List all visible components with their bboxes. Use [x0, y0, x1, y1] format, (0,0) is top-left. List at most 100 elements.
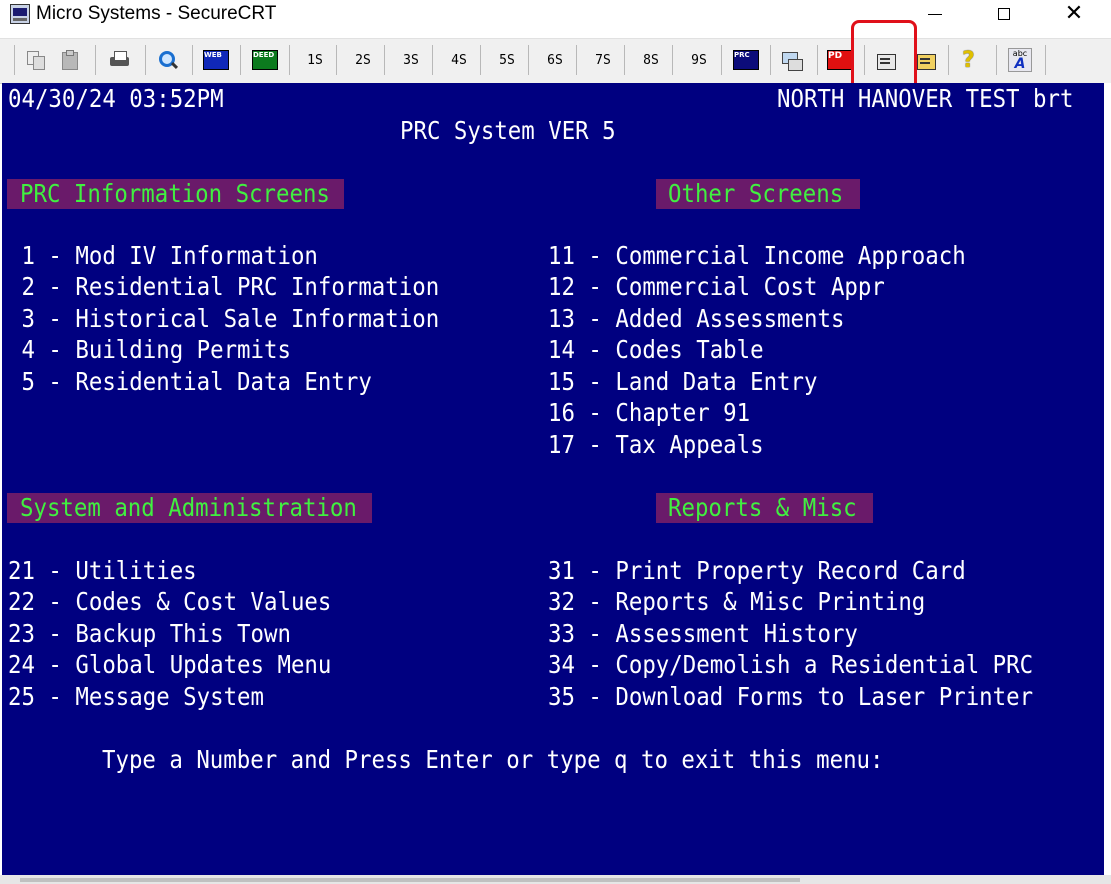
toolbar-separator: [1045, 45, 1046, 75]
toolbar-separator: [192, 45, 193, 75]
terminal-system-title: PRC System VER 5: [400, 116, 616, 145]
pdf-button[interactable]: PD: [827, 48, 853, 72]
find-icon: [156, 49, 180, 71]
toolbar-separator: [240, 45, 241, 75]
toolbar-separator: [576, 45, 577, 75]
menu-item-15: 15 - Land Data Entry: [548, 367, 818, 396]
close-icon: ✕: [1064, 1, 1084, 26]
close-button[interactable]: ✕: [1051, 0, 1097, 28]
toolbar-separator: [672, 45, 673, 75]
window-title: Micro Systems - SecureCRT: [36, 3, 277, 24]
toolbar-separator: [14, 45, 15, 75]
menu-item-5: 5 - Residential Data Entry: [8, 367, 372, 396]
session-label: 1S: [298, 48, 332, 72]
copy-icon: [24, 49, 48, 71]
global-options-button[interactable]: [914, 48, 938, 72]
menu-item-13: 13 - Added Assessments: [548, 304, 845, 333]
menu-item-17: 17 - Tax Appeals: [548, 430, 764, 459]
session-2s-button[interactable]: 2S: [346, 48, 380, 72]
session-label: 8S: [634, 48, 668, 72]
minimize-button[interactable]: [912, 0, 958, 28]
spell-check-icon: abc A: [1008, 48, 1032, 72]
web-button[interactable]: WEB: [203, 48, 229, 72]
session-3s-button[interactable]: 3S: [394, 48, 428, 72]
toolbar-separator: [145, 45, 146, 75]
deed-icon: DEED: [252, 50, 278, 70]
sftp-button[interactable]: [780, 48, 804, 72]
toolbar-separator: [432, 45, 433, 75]
session-4s-button[interactable]: 4S: [442, 48, 476, 72]
session-8s-button[interactable]: 8S: [634, 48, 668, 72]
deed-button[interactable]: DEED: [252, 48, 278, 72]
menu-item-1: 1 - Mod IV Information: [8, 241, 318, 270]
session-7s-button[interactable]: 7S: [586, 48, 620, 72]
session-1s-button[interactable]: 1S: [298, 48, 332, 72]
heading-sysadmin: System and Administration: [20, 493, 357, 522]
terminal-datetime: 04/30/24 03:52PM: [8, 84, 224, 113]
session-label: 5S: [490, 48, 524, 72]
terminal-scrollbar[interactable]: [1104, 83, 1111, 875]
toolbar-separator: [721, 45, 722, 75]
menu-item-32: 32 - Reports & Misc Printing: [548, 587, 926, 616]
menu-item-12: 12 - Commercial Cost Appr: [548, 272, 885, 301]
menu-item-31: 31 - Print Property Record Card: [548, 556, 966, 585]
session-5s-button[interactable]: 5S: [490, 48, 524, 72]
menu-item-4: 4 - Building Permits: [8, 335, 291, 364]
menu-item-35: 35 - Download Forms to Laser Printer: [548, 682, 1034, 711]
toolbar-separator: [770, 45, 771, 75]
bottom-edge: [0, 875, 1111, 884]
help-button[interactable]: ?: [962, 47, 975, 73]
maximize-button[interactable]: [981, 0, 1027, 28]
copy-button[interactable]: [24, 48, 48, 72]
abc-big: A: [1014, 56, 1026, 72]
session-9s-button[interactable]: 9S: [682, 48, 716, 72]
toolbar-separator: [996, 45, 997, 75]
spell-check-button[interactable]: abc A: [1008, 48, 1032, 72]
toolbar-separator: [528, 45, 529, 75]
terminal-town: NORTH HANOVER TEST brt: [777, 84, 1074, 113]
menu-item-33: 33 - Assessment History: [548, 619, 858, 648]
minimize-icon: [928, 13, 942, 15]
maximize-icon: [998, 8, 1010, 20]
toolbar-separator: [289, 45, 290, 75]
toolbar-separator: [948, 45, 949, 75]
paste-icon: [58, 49, 82, 71]
toolbar-separator: [384, 45, 385, 75]
print-icon: [108, 49, 132, 71]
heading-prc-info: PRC Information Screens: [20, 179, 330, 208]
menu-item-22: 22 - Codes & Cost Values: [8, 587, 332, 616]
menu-item-16: 16 - Chapter 91: [548, 398, 751, 427]
menu-item-21: 21 - Utilities: [8, 556, 197, 585]
toolbar-separator: [624, 45, 625, 75]
toolbar-separator: [336, 45, 337, 75]
session-label: 3S: [394, 48, 428, 72]
web-icon: WEB: [203, 50, 229, 70]
session-label: 2S: [346, 48, 380, 72]
print-button[interactable]: [108, 48, 132, 72]
menu-item-23: 23 - Backup This Town: [8, 619, 291, 648]
securecrt-app-icon[interactable]: [10, 4, 30, 24]
session-options-button[interactable]: [874, 48, 898, 72]
prc-button[interactable]: PRC: [733, 48, 759, 72]
session-options-icon: [874, 49, 898, 71]
menu-item-3: 3 - Historical Sale Information: [8, 304, 440, 333]
session-label: 4S: [442, 48, 476, 72]
heading-other: Other Screens: [668, 179, 844, 208]
pdf-icon: PD: [827, 50, 853, 70]
terminal-screen[interactable]: 04/30/24 03:52PM NORTH HANOVER TEST brt …: [2, 83, 1104, 875]
find-button[interactable]: [156, 48, 180, 72]
menu-item-25: 25 - Message System: [8, 682, 265, 711]
terminal-prompt: Type a Number and Press Enter or type q …: [102, 745, 884, 774]
session-label: 7S: [586, 48, 620, 72]
menu-item-11: 11 - Commercial Income Approach: [548, 241, 966, 270]
toolbar-separator: [817, 45, 818, 75]
global-options-icon: [914, 49, 938, 71]
prc-icon: PRC: [733, 50, 759, 70]
menu-item-2: 2 - Residential PRC Information: [8, 272, 440, 301]
help-icon: ?: [962, 47, 975, 73]
session-label: 9S: [682, 48, 716, 72]
menu-item-34: 34 - Copy/Demolish a Residential PRC: [548, 650, 1034, 679]
session-6s-button[interactable]: 6S: [538, 48, 572, 72]
paste-button[interactable]: [58, 48, 82, 72]
heading-reports: Reports & Misc: [668, 493, 857, 522]
